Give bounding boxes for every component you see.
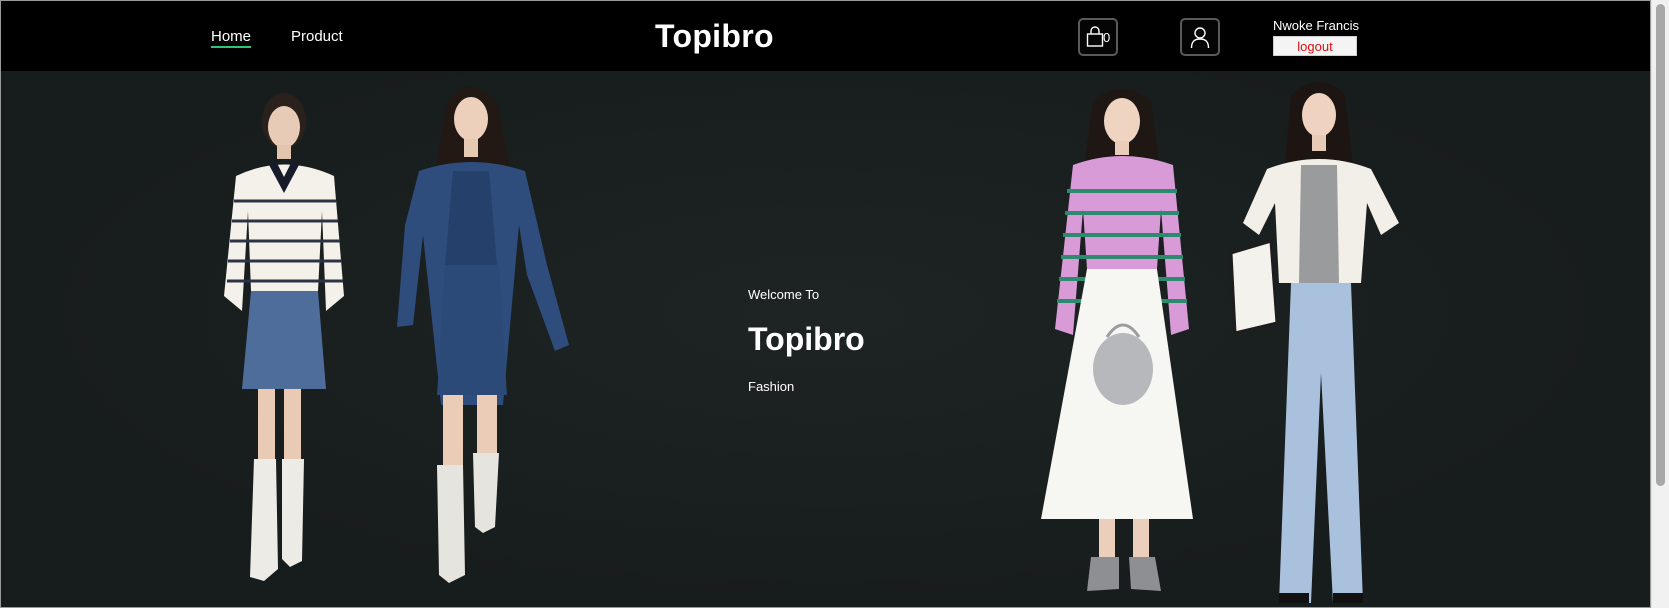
username-label: Nwoke Francis	[1273, 18, 1359, 33]
vertical-scrollbar[interactable]	[1651, 0, 1669, 608]
cart-button[interactable]: 0	[1078, 18, 1118, 56]
model-photo-striped-sweater	[224, 93, 344, 581]
hero-section: Welcome To Topibro Fashion	[1, 71, 1650, 607]
hero-title: Topibro	[748, 321, 865, 357]
account-button[interactable]	[1180, 18, 1220, 56]
model-photo-pink-cardigan	[1041, 89, 1193, 591]
scrollbar-thumb[interactable]	[1656, 4, 1665, 486]
hero-subtitle: Fashion	[748, 379, 795, 394]
model-photo-denim-dress	[397, 87, 569, 583]
cart-count: 0	[1103, 30, 1111, 45]
brand-logo[interactable]: Topibro	[655, 18, 774, 55]
logout-button[interactable]: logout	[1273, 36, 1357, 56]
page: Home Product Topibro 0 Nwoke Francis log…	[0, 0, 1651, 608]
nav-home-link[interactable]: Home	[211, 28, 252, 48]
user-icon	[1190, 27, 1210, 49]
shopping-bag-icon	[1086, 26, 1104, 47]
hero-welcome-text: Welcome To	[748, 287, 820, 302]
model-photo-white-cardigan	[1229, 82, 1399, 603]
nav-product-link[interactable]: Product	[291, 28, 343, 45]
top-navbar: Home Product Topibro 0 Nwoke Francis log…	[1, 1, 1650, 71]
